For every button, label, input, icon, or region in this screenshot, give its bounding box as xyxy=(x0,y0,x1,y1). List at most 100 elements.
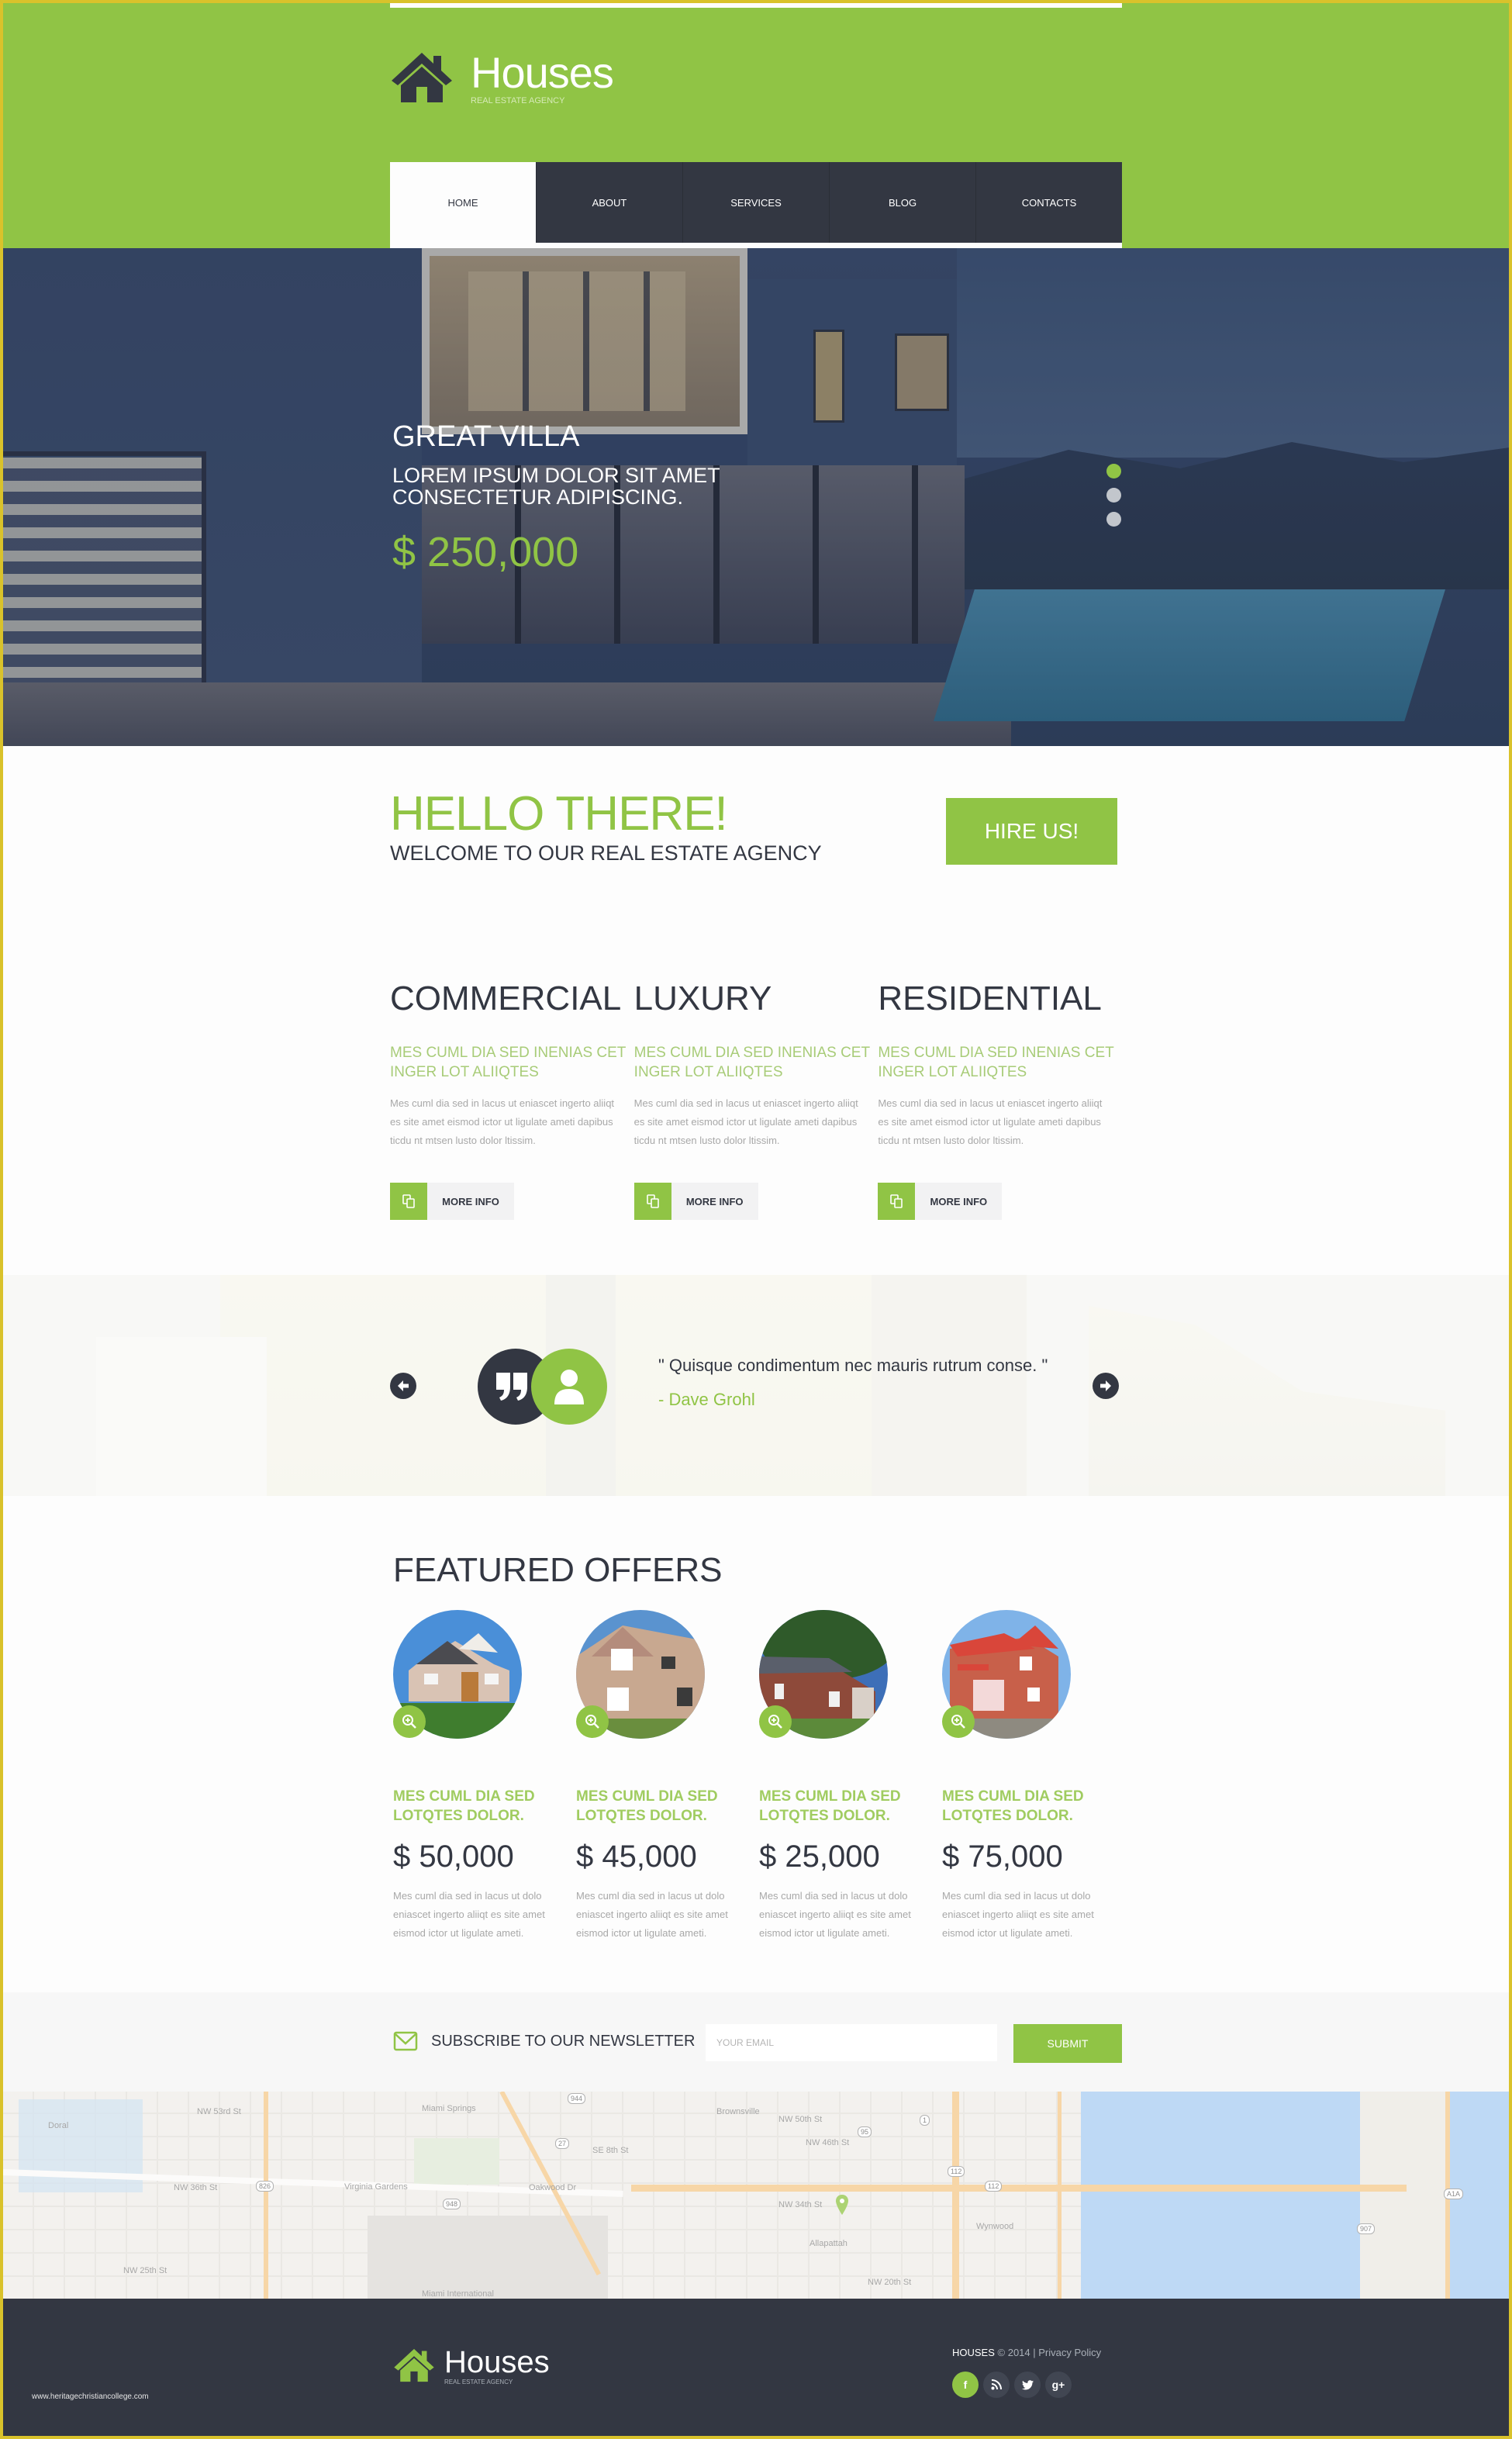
offer-price: $ 50,000 xyxy=(393,1840,514,1874)
slider-dot[interactable] xyxy=(1106,488,1121,503)
offer-price: $ 45,000 xyxy=(576,1840,697,1874)
featured-title: FEATURED OFFERS xyxy=(393,1551,723,1589)
offer-subtitle: MES CUML DIA SED LOTQTES DOLOR. xyxy=(942,1788,1084,1824)
hero-slider: GREAT VILLA LOREM IPSUM DOLOR SIT AMET C… xyxy=(3,248,1509,746)
more-info-label: MORE INFO xyxy=(427,1183,514,1220)
zoom-in-icon xyxy=(951,1715,965,1729)
hero-price: $ 250,000 xyxy=(392,529,579,575)
offer-description: Mes cuml dia sed in lacus ut dolo eniasc… xyxy=(393,1890,545,1939)
logo-title: Houses xyxy=(471,48,614,97)
newsletter-label: SUBSCRIBE TO OUR NEWSLETTER xyxy=(431,2033,696,2050)
logo-subtitle: REAL ESTATE AGENCY xyxy=(471,96,565,105)
welcome-section: HELLO THERE! WELCOME TO OUR REAL ESTATE … xyxy=(390,790,1122,865)
offer-subtitle: MES CUML DIA SED LOTQTES DOLOR. xyxy=(393,1788,535,1824)
hero-subtitle: LOREM IPSUM DOLOR SIT AMET CONSECTETUR A… xyxy=(392,465,720,508)
service-title: RESIDENTIAL xyxy=(878,979,1102,1017)
hero-overlay xyxy=(3,248,1509,746)
more-info-button[interactable]: MORE INFO xyxy=(633,1183,758,1220)
featured-offers: MES CUML DIA SED LOTQTES DOLOR. $ 50,000… xyxy=(393,1610,1125,1943)
service-description: Mes cuml dia sed in lacus ut eniascet in… xyxy=(878,1097,1103,1146)
offer-description: Mes cuml dia sed in lacus ut dolo eniasc… xyxy=(942,1890,1094,1939)
zoom-button[interactable] xyxy=(393,1705,426,1738)
zoom-button[interactable] xyxy=(576,1705,609,1738)
testimonial-author: - Dave Grohl xyxy=(658,1390,755,1409)
services-section: COMMERCIAL MES CUML DIA SED INENIAS CET … xyxy=(390,976,1122,1220)
nav-contacts[interactable]: CONTACTS xyxy=(975,162,1122,243)
service-description: Mes cuml dia sed in lacus ut eniascet in… xyxy=(390,1097,615,1146)
offer-price: $ 25,000 xyxy=(759,1840,880,1874)
service-subtitle: MES CUML DIA SED INENIAS CET INGER LOT A… xyxy=(633,1045,870,1080)
logo[interactable]: Houses REAL ESTATE AGENCY xyxy=(390,48,614,113)
offer-card: MES CUML DIA SED LOTQTES DOLOR. $ 45,000… xyxy=(576,1610,759,1943)
watermark-text: www.heritagechristiancollege.com xyxy=(32,2392,149,2401)
prev-arrow-button[interactable] xyxy=(390,1373,416,1399)
offer-description: Mes cuml dia sed in lacus ut dolo eniasc… xyxy=(576,1890,728,1939)
documents-icon xyxy=(878,1183,916,1220)
nav-services[interactable]: SERVICES xyxy=(682,162,829,243)
service-subtitle: MES CUML DIA SED INENIAS CET INGER LOT A… xyxy=(878,1045,1114,1080)
offer-subtitle: MES CUML DIA SED LOTQTES DOLOR. xyxy=(759,1788,901,1824)
offer-price: $ 75,000 xyxy=(942,1840,1063,1874)
hero-subtitle-line: LOREM IPSUM DOLOR SIT AMET xyxy=(392,464,720,487)
map[interactable]: Doral NW 53rd St Miami Springs SE 8th St… xyxy=(3,2092,1509,2299)
footer-logo[interactable]: Houses REAL ESTATE AGENCY xyxy=(393,2347,550,2385)
more-info-button[interactable]: MORE INFO xyxy=(390,1183,514,1220)
zoom-button[interactable] xyxy=(942,1705,975,1738)
slider-pagination xyxy=(1106,464,1121,527)
google-plus-icon[interactable]: g+ xyxy=(1045,2372,1072,2398)
footer-logo-subtitle: REAL ESTATE AGENCY xyxy=(444,2379,513,2385)
user-icon xyxy=(554,1370,584,1404)
slider-dot[interactable] xyxy=(1106,464,1121,478)
nav-about[interactable]: ABOUT xyxy=(536,162,682,243)
offer-subtitle: MES CUML DIA SED LOTQTES DOLOR. xyxy=(576,1788,718,1824)
main-nav: HOME ABOUT SERVICES BLOG CONTACTS xyxy=(390,162,1122,249)
privacy-policy-link[interactable]: Privacy Policy xyxy=(1038,2347,1101,2358)
house-icon xyxy=(394,2348,434,2382)
page: Houses REAL ESTATE AGENCY HOME ABOUT SER… xyxy=(3,3,1509,2436)
background-fade xyxy=(3,1275,1509,1496)
zoom-button[interactable] xyxy=(759,1705,792,1738)
hero-title: GREAT VILLA xyxy=(392,420,580,453)
rss-icon[interactable] xyxy=(983,2372,1010,2398)
footer-logo-title: Houses xyxy=(444,2345,550,2379)
email-input[interactable] xyxy=(706,2024,997,2061)
newsletter-section: SUBSCRIBE TO OUR NEWSLETTER SUBMIT xyxy=(3,1992,1509,2092)
service-card: COMMERCIAL MES CUML DIA SED INENIAS CET … xyxy=(390,976,634,1220)
nav-home[interactable]: HOME xyxy=(390,162,536,243)
service-subtitle: MES CUML DIA SED INENIAS CET INGER LOT A… xyxy=(390,1045,627,1080)
nav-blog[interactable]: BLOG xyxy=(829,162,975,243)
offer-description: Mes cuml dia sed in lacus ut dolo eniasc… xyxy=(759,1890,911,1939)
service-card: LUXURY MES CUML DIA SED INENIAS CET INGE… xyxy=(633,976,879,1220)
slider-dot[interactable] xyxy=(1106,512,1121,527)
offer-card: MES CUML DIA SED LOTQTES DOLOR. $ 75,000… xyxy=(942,1610,1125,1943)
site-footer: Houses REAL ESTATE AGENCY HOUSES © 2014 … xyxy=(3,2299,1509,2436)
map-fade xyxy=(3,2092,1509,2299)
envelope-icon xyxy=(393,2031,418,2051)
testimonial-quote: " Quisque condimentum nec mauris rutrum … xyxy=(658,1356,1048,1375)
testimonial-section: " Quisque condimentum nec mauris rutrum … xyxy=(3,1275,1509,1496)
zoom-in-icon xyxy=(402,1715,416,1729)
arrow-right-icon xyxy=(1100,1380,1111,1391)
service-card: RESIDENTIAL MES CUML DIA SED INENIAS CET… xyxy=(878,976,1122,1220)
more-info-button[interactable]: MORE INFO xyxy=(878,1183,1003,1220)
hire-us-button[interactable]: HIRE US! xyxy=(946,798,1117,865)
service-description: Mes cuml dia sed in lacus ut eniascet in… xyxy=(633,1097,858,1146)
site-header: Houses REAL ESTATE AGENCY HOME ABOUT SER… xyxy=(3,3,1509,249)
service-title: LUXURY xyxy=(633,979,772,1017)
arrow-left-icon xyxy=(398,1380,409,1391)
quote-icon xyxy=(496,1373,527,1401)
facebook-icon[interactable]: f xyxy=(952,2372,979,2398)
house-icon xyxy=(392,53,452,102)
hero-subtitle-line: CONSECTETUR ADIPISCING. xyxy=(392,485,684,509)
header-top-line xyxy=(390,3,1122,8)
twitter-icon[interactable] xyxy=(1014,2372,1041,2398)
service-title: COMMERCIAL xyxy=(390,979,622,1017)
submit-button[interactable]: SUBMIT xyxy=(1013,2024,1122,2063)
zoom-in-icon xyxy=(768,1715,782,1729)
offer-card: MES CUML DIA SED LOTQTES DOLOR. $ 50,000… xyxy=(393,1610,576,1943)
more-info-label: MORE INFO xyxy=(671,1183,758,1220)
more-info-label: MORE INFO xyxy=(915,1183,1003,1220)
copyright-brand: HOUSES xyxy=(952,2347,995,2358)
next-arrow-button[interactable] xyxy=(1093,1373,1119,1399)
copyright-text: © 2014 | xyxy=(994,2347,1039,2358)
